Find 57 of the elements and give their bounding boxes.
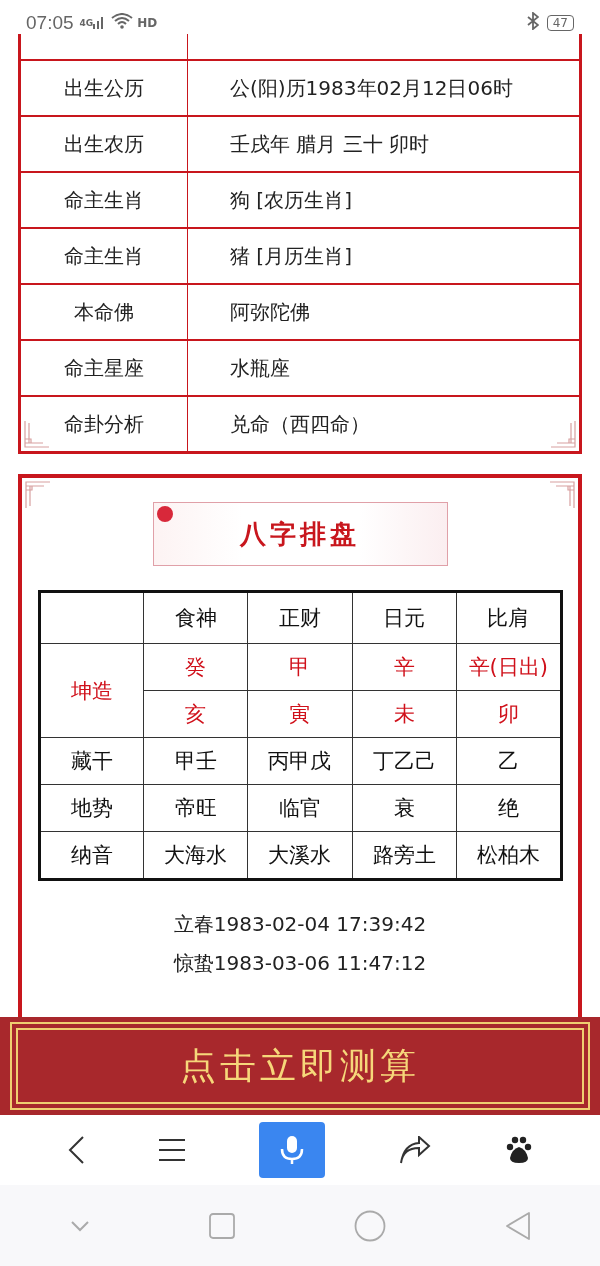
field-value: 兑命（西四命） xyxy=(230,410,370,438)
field-label: 命主星座 xyxy=(21,341,188,395)
corner-ornament-icon xyxy=(548,480,576,508)
table-cell: 丙甲戊 xyxy=(247,737,353,785)
chevron-down-icon[interactable] xyxy=(69,1219,90,1232)
field-label: 命主生肖 xyxy=(21,173,188,227)
table-cell: 临官 xyxy=(247,784,353,832)
solar-term-date: 惊蛰1983-03-06 11:47:12 xyxy=(173,950,427,977)
table-cell: 辛 xyxy=(352,643,457,691)
table-cell: 日元 xyxy=(352,591,457,644)
table-cell: 正财 xyxy=(247,591,353,644)
voice-search-button[interactable] xyxy=(259,1122,325,1178)
field-value: 壬戌年 腊月 三十 卯时 xyxy=(230,130,430,158)
clock-time: 07:05 xyxy=(26,12,74,34)
bluetooth-icon xyxy=(526,12,539,30)
home-icon[interactable] xyxy=(353,1209,386,1242)
paw-icon[interactable] xyxy=(505,1136,533,1164)
table-cell: 衰 xyxy=(352,784,457,832)
corner-ornament-icon xyxy=(24,480,52,508)
field-label: 本命佛 xyxy=(21,285,188,339)
back-icon[interactable] xyxy=(67,1135,85,1165)
field-value: 水瓶座 xyxy=(230,354,290,382)
table-cell: 帝旺 xyxy=(143,784,248,832)
table-cell: 甲 xyxy=(247,643,353,691)
calculate-button[interactable]: 点击立即测算 xyxy=(10,1022,590,1110)
chart-title: 八字排盘 xyxy=(240,517,360,551)
signal-icon xyxy=(93,14,106,29)
menu-icon[interactable] xyxy=(159,1138,185,1162)
share-icon[interactable] xyxy=(399,1136,431,1164)
table-cell: 寅 xyxy=(247,690,353,738)
table-cell: 亥 xyxy=(143,690,248,738)
recents-icon[interactable] xyxy=(208,1212,235,1239)
network-type: 4G xyxy=(79,18,94,28)
corner-ornament-icon xyxy=(549,421,577,449)
corner-ornament-icon xyxy=(23,421,51,449)
table-cell: 未 xyxy=(352,690,457,738)
flower-icon xyxy=(155,505,174,523)
field-value: 阿弥陀佛 xyxy=(230,298,310,326)
table-cell: 坤造 xyxy=(39,643,144,738)
hd-indicator: HD xyxy=(137,16,158,30)
wifi-icon xyxy=(111,13,134,29)
table-cell: 食神 xyxy=(143,591,248,644)
field-value: 猪 [月历生肖] xyxy=(230,242,352,270)
field-value: 公(阳)历1983年02月12日06时 xyxy=(230,74,513,102)
microphone-icon xyxy=(280,1135,304,1165)
field-label: 出生公历 xyxy=(21,61,188,115)
table-cell: 丁乙己 xyxy=(352,737,457,785)
battery-level: 47 xyxy=(546,15,574,31)
field-label: 出生农历 xyxy=(21,117,188,171)
table-cell: 癸 xyxy=(143,643,248,691)
field-value: 狗 [农历生肖] xyxy=(230,186,352,214)
field-label: 命卦分析 xyxy=(21,397,188,451)
table-cell: 甲壬 xyxy=(143,737,248,785)
table-cell: 地势 xyxy=(39,784,144,832)
field-label: 命主生肖 xyxy=(21,229,188,283)
table-cell: 藏干 xyxy=(39,737,144,785)
solar-term-date: 立春1983-02-04 17:39:42 xyxy=(173,911,427,938)
